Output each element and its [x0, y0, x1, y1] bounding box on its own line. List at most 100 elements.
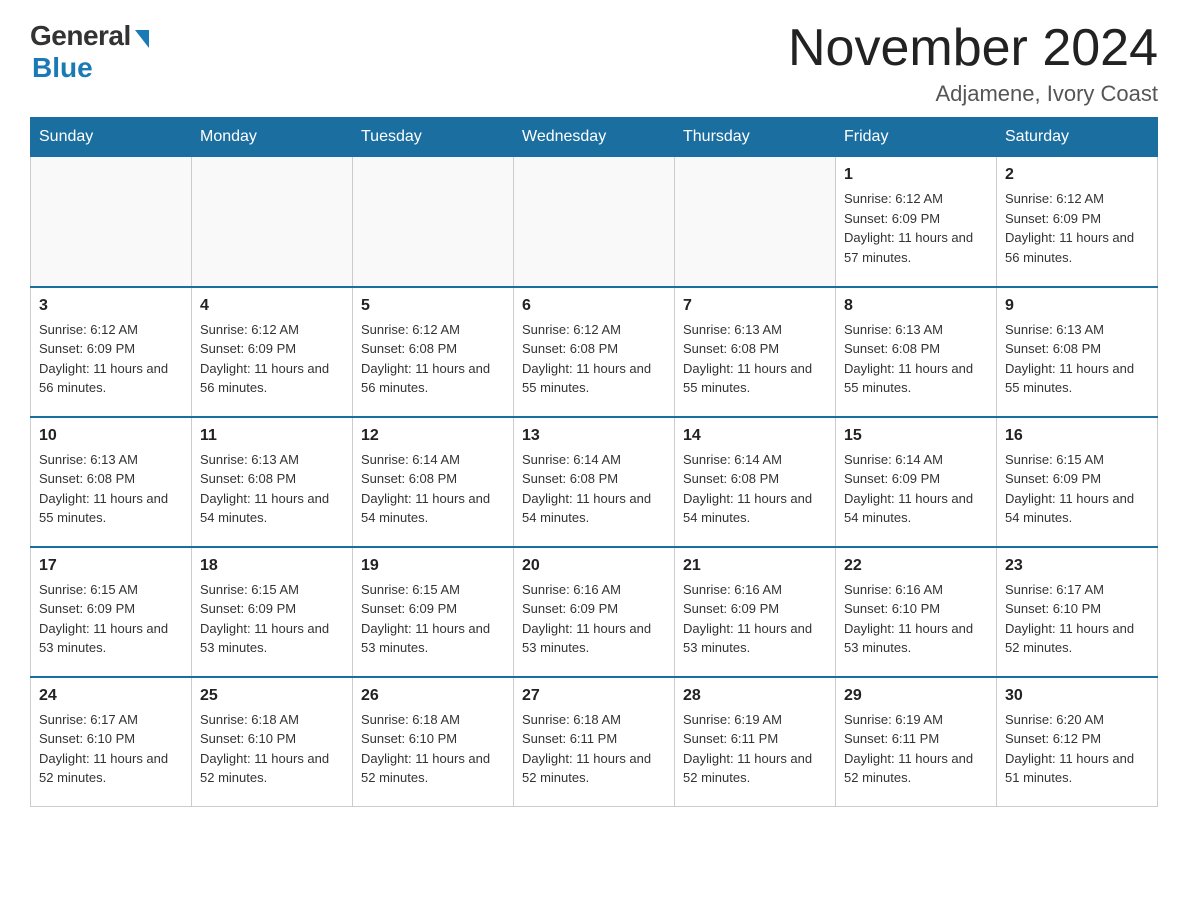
calendar-week-row: 1Sunrise: 6:12 AMSunset: 6:09 PMDaylight…	[31, 157, 1158, 287]
day-info-line: Sunrise: 6:16 AM	[844, 580, 988, 600]
day-number: 4	[200, 294, 344, 318]
day-info-line: Sunset: 6:08 PM	[39, 469, 183, 489]
day-info-line: Sunset: 6:08 PM	[361, 339, 505, 359]
day-info-line: Daylight: 11 hours and 52 minutes.	[361, 749, 505, 788]
calendar-cell: 4Sunrise: 6:12 AMSunset: 6:09 PMDaylight…	[192, 287, 353, 417]
calendar-cell: 29Sunrise: 6:19 AMSunset: 6:11 PMDayligh…	[836, 677, 997, 807]
calendar-cell: 25Sunrise: 6:18 AMSunset: 6:10 PMDayligh…	[192, 677, 353, 807]
day-info-line: Daylight: 11 hours and 54 minutes.	[683, 489, 827, 528]
day-info-line: Daylight: 11 hours and 55 minutes.	[522, 359, 666, 398]
location-title: Adjamene, Ivory Coast	[788, 81, 1158, 107]
day-info-line: Sunrise: 6:15 AM	[361, 580, 505, 600]
day-info-line: Sunset: 6:10 PM	[200, 729, 344, 749]
day-info-line: Daylight: 11 hours and 56 minutes.	[1005, 228, 1149, 267]
calendar-week-row: 24Sunrise: 6:17 AM Sunset: 6:10 PM Dayligh…	[31, 677, 1158, 807]
calendar-cell	[31, 157, 192, 287]
day-info-line: Daylight: 11 hours and 54 minutes.	[361, 489, 505, 528]
day-info-line: Sunset: 6:09 PM	[522, 599, 666, 619]
calendar-cell: 30Sunrise: 6:20 AMSunset: 6:12 PMDayligh…	[997, 677, 1158, 807]
day-info-line: Daylight: 11 hours and 55 minutes.	[1005, 359, 1149, 398]
title-section: November 2024 Adjamene, Ivory Coast	[788, 20, 1158, 107]
calendar-cell: 15Sunrise: 6:14 AMSunset: 6:09 PMDayligh…	[836, 417, 997, 547]
day-info-line: Sunrise: 6:15 AM	[200, 580, 344, 600]
day-info-line: Daylight: 11 hours and 55 minutes.	[39, 489, 183, 528]
day-info-line: Daylight: 11 hours and 54 minutes.	[522, 489, 666, 528]
day-info-line: Sunset: 6:10 PM	[1005, 599, 1149, 619]
calendar-cell: 20Sunrise: 6:16 AMSunset: 6:09 PMDayligh…	[514, 547, 675, 677]
day-info-line: Daylight: 11 hours and 52 minutes.	[844, 749, 988, 788]
day-info-line: Sunrise: 6:17 AM	[1005, 580, 1149, 600]
day-info-line: Sunset: 6:09 PM	[200, 339, 344, 359]
day-number: 7	[683, 294, 827, 318]
calendar-cell	[192, 157, 353, 287]
day-info-line: Sunset: 6:08 PM	[683, 339, 827, 359]
day-info-line: Daylight: 11 hours and 51 minutes.	[1005, 749, 1149, 788]
day-info-line: Sunrise: 6:12 AM	[39, 320, 183, 340]
day-info-line: Sunrise: 6:12 AM	[522, 320, 666, 340]
day-number: 19	[361, 554, 505, 578]
day-info-line: Daylight: 11 hours and 53 minutes.	[683, 619, 827, 658]
day-info-line: Sunrise: 6:17 AM	[39, 710, 183, 730]
day-number: 21	[683, 554, 827, 578]
calendar-body: 1Sunrise: 6:12 AMSunset: 6:09 PMDaylight…	[31, 157, 1158, 807]
day-info-line: Daylight: 11 hours and 54 minutes.	[1005, 489, 1149, 528]
day-info-line: Sunset: 6:09 PM	[39, 339, 183, 359]
logo-general-text: General	[30, 20, 131, 52]
calendar-cell: 12Sunrise: 6:14 AMSunset: 6:08 PMDayligh…	[353, 417, 514, 547]
day-number: 14	[683, 424, 827, 448]
day-number: 29	[844, 684, 988, 708]
calendar-cell: 17Sunrise: 6:15 AMSunset: 6:09 PMDayligh…	[31, 547, 192, 677]
logo-blue-text: Blue	[32, 52, 93, 84]
day-info-line: Sunrise: 6:12 AM	[361, 320, 505, 340]
day-info-line: Sunrise: 6:20 AM	[1005, 710, 1149, 730]
day-number: 30	[1005, 684, 1149, 708]
day-info-line: Sunset: 6:12 PM	[1005, 729, 1149, 749]
day-info-line: Sunset: 6:08 PM	[522, 339, 666, 359]
day-info-line: Sunrise: 6:14 AM	[361, 450, 505, 470]
calendar-cell: 26Sunrise: 6:18 AMSunset: 6:10 PMDayligh…	[353, 677, 514, 807]
weekday-header-wednesday: Wednesday	[514, 118, 675, 157]
day-info-line: Daylight: 11 hours and 54 minutes.	[200, 489, 344, 528]
day-number: 24	[39, 684, 183, 708]
day-info-line: Sunset: 6:08 PM	[844, 339, 988, 359]
day-info-line: Sunset: 6:09 PM	[1005, 209, 1149, 229]
calendar-cell: 19Sunrise: 6:15 AMSunset: 6:09 PMDayligh…	[353, 547, 514, 677]
day-number: 17	[39, 554, 183, 578]
day-info-line: Sunset: 6:09 PM	[683, 599, 827, 619]
day-info-line: Sunrise: 6:12 AM	[1005, 189, 1149, 209]
page-header: General Blue November 2024 Adjamene, Ivo…	[30, 20, 1158, 107]
day-number: 25	[200, 684, 344, 708]
day-number: 26	[361, 684, 505, 708]
weekday-header-thursday: Thursday	[675, 118, 836, 157]
calendar-cell: 18Sunrise: 6:15 AMSunset: 6:09 PMDayligh…	[192, 547, 353, 677]
calendar-cell: 13Sunrise: 6:14 AMSunset: 6:08 PMDayligh…	[514, 417, 675, 547]
calendar-cell: 22Sunrise: 6:16 AMSunset: 6:10 PMDayligh…	[836, 547, 997, 677]
weekday-header-sunday: Sunday	[31, 118, 192, 157]
day-info-line: Sunset: 6:09 PM	[200, 599, 344, 619]
day-info-line: Sunset: 6:08 PM	[1005, 339, 1149, 359]
calendar-cell: 21Sunrise: 6:16 AMSunset: 6:09 PMDayligh…	[675, 547, 836, 677]
day-info-line: Daylight: 11 hours and 52 minutes.	[39, 749, 183, 788]
day-number: 12	[361, 424, 505, 448]
day-info-line: Daylight: 11 hours and 53 minutes.	[361, 619, 505, 658]
calendar-cell	[353, 157, 514, 287]
day-info-line: Daylight: 11 hours and 56 minutes.	[39, 359, 183, 398]
day-info-line: Sunrise: 6:18 AM	[361, 710, 505, 730]
calendar-cell: 7Sunrise: 6:13 AMSunset: 6:08 PMDaylight…	[675, 287, 836, 417]
weekday-header-row: SundayMondayTuesdayWednesdayThursdayFrid…	[31, 118, 1158, 157]
day-info-line: Sunset: 6:08 PM	[361, 469, 505, 489]
day-info-line: Sunrise: 6:13 AM	[844, 320, 988, 340]
day-info-line: Daylight: 11 hours and 53 minutes.	[39, 619, 183, 658]
calendar-cell: 23Sunrise: 6:17 AMSunset: 6:10 PMDayligh…	[997, 547, 1158, 677]
day-number: 15	[844, 424, 988, 448]
day-info-line: Sunrise: 6:16 AM	[522, 580, 666, 600]
day-info-line: Sunrise: 6:16 AM	[683, 580, 827, 600]
calendar-cell: 9Sunrise: 6:13 AMSunset: 6:08 PMDaylight…	[997, 287, 1158, 417]
day-info-line: Sunrise: 6:15 AM	[1005, 450, 1149, 470]
day-info-line: Sunrise: 6:18 AM	[522, 710, 666, 730]
calendar-cell: 14Sunrise: 6:14 AMSunset: 6:08 PMDayligh…	[675, 417, 836, 547]
day-number: 3	[39, 294, 183, 318]
day-info-line: Sunset: 6:09 PM	[844, 209, 988, 229]
day-info-line: Sunset: 6:10 PM	[844, 599, 988, 619]
day-number: 23	[1005, 554, 1149, 578]
